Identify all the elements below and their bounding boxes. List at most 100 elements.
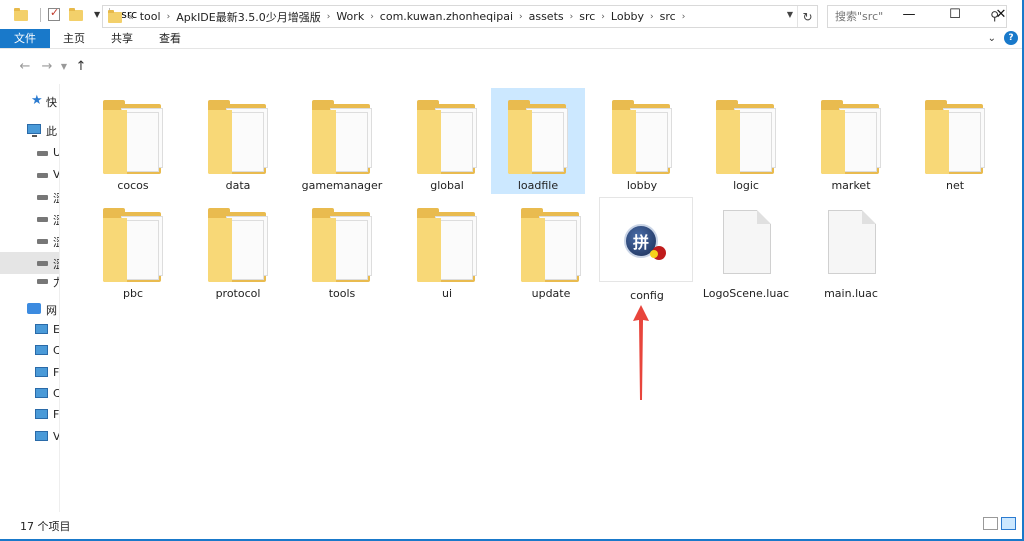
nav-item[interactable]: 网 (0, 298, 59, 320)
chevron-right-icon[interactable]: › (370, 12, 374, 22)
file-name: lobby (626, 179, 658, 192)
address-bar[interactable]: « tool › ApkIDE最新3.5.0少月增强版 › Work › com… (102, 5, 818, 28)
folder-item[interactable]: protocol (191, 196, 285, 302)
details-view-icon[interactable] (983, 517, 998, 530)
folder-icon (612, 100, 672, 174)
large-icons-view-icon[interactable] (1001, 517, 1016, 530)
breadcrumb-item[interactable]: src (660, 10, 676, 23)
nav-item[interactable]: 涩 (0, 208, 59, 230)
nav-item-label: U (53, 146, 59, 159)
folder-icon (312, 100, 372, 174)
breadcrumb-item[interactable]: Lobby (611, 10, 644, 23)
file-list: cocos data gamemanager global loadfile lobby l… (61, 84, 1024, 512)
recent-locations-chevron-icon[interactable]: ▼ (58, 62, 70, 71)
nav-item[interactable]: V (0, 426, 60, 448)
nav-item[interactable]: 涩 (0, 186, 59, 208)
folder-item[interactable]: gamemanager (295, 88, 389, 194)
breadcrumb-overflow-icon[interactable]: « (127, 10, 134, 23)
folder-item[interactable]: ui (400, 196, 494, 302)
file-name: config (630, 289, 664, 302)
nav-item[interactable]: C (0, 340, 60, 362)
folder-item[interactable]: global (400, 88, 494, 194)
folder-icon[interactable] (13, 7, 29, 23)
nav-item[interactable]: 力 (0, 270, 59, 292)
tab-share[interactable]: 共享 (98, 29, 146, 48)
folder-icon (107, 9, 123, 25)
folder-item[interactable]: pbc (86, 196, 180, 302)
nav-item[interactable]: F (0, 404, 59, 426)
breadcrumb-item[interactable]: tool (140, 10, 161, 23)
folder-item[interactable]: loadfile (491, 88, 585, 194)
properties-icon[interactable] (46, 6, 62, 23)
monitor-icon (35, 345, 48, 355)
folder-item[interactable]: update (504, 196, 598, 302)
nav-item-label: C (53, 344, 60, 357)
navigation-bar: ← → ▼ ↑ (0, 50, 1024, 83)
nav-item-label: 力 (53, 274, 59, 290)
search-input[interactable] (835, 10, 975, 23)
breadcrumb-item[interactable]: Work (336, 10, 364, 23)
chevron-right-icon[interactable]: › (327, 12, 331, 22)
drive-icon (37, 173, 48, 178)
nav-item[interactable]: 此 (0, 119, 59, 141)
nav-item[interactable]: E (0, 319, 59, 341)
ribbon-tabs: 文件 主页 共享 查看 ⌄ ? (0, 29, 1024, 49)
chevron-right-icon[interactable]: › (570, 12, 574, 22)
folder-item[interactable]: cocos (86, 88, 180, 194)
help-icon[interactable]: ? (1004, 31, 1018, 45)
expand-ribbon-chevron-icon[interactable]: ⌄ (988, 33, 996, 44)
folder-icon (508, 100, 568, 174)
breadcrumb-item[interactable]: assets (529, 10, 564, 23)
nav-item-label: 快 (46, 96, 57, 109)
breadcrumb: « tool › ApkIDE最新3.5.0少月增强版 › Work › com… (127, 9, 691, 25)
forward-arrow-icon[interactable]: → (36, 59, 58, 74)
search-icon[interactable]: ⚲ (990, 9, 999, 23)
folder-icon (208, 100, 268, 174)
drive-icon (37, 151, 48, 156)
chevron-right-icon[interactable]: › (519, 12, 523, 22)
nav-item[interactable]: U (0, 142, 59, 164)
folder-item[interactable]: net (908, 88, 1002, 194)
customize-toolbar-chevron-icon[interactable]: ▼ (94, 10, 100, 19)
address-history-chevron-icon[interactable]: ▼ (787, 10, 793, 19)
nav-item[interactable]: V (0, 164, 59, 186)
folder-icon (103, 100, 163, 174)
quick-access-toolbar: ▼ (0, 0, 115, 29)
file-item[interactable]: main.luac (804, 196, 898, 302)
star-icon: ★ (31, 93, 43, 108)
chevron-right-icon[interactable]: › (682, 12, 686, 22)
nav-item-label: 此 (46, 125, 57, 138)
new-folder-icon[interactable] (68, 7, 84, 23)
nav-item[interactable]: F (0, 362, 59, 384)
folder-item[interactable]: lobby (595, 88, 689, 194)
folder-item[interactable]: data (191, 88, 285, 194)
tab-file[interactable]: 文件 (0, 29, 50, 48)
breadcrumb-item[interactable]: src (579, 10, 595, 23)
folder-icon (417, 208, 477, 282)
chevron-right-icon[interactable]: › (650, 12, 654, 22)
nav-item[interactable]: ★ 快 (0, 90, 59, 112)
up-arrow-icon[interactable]: ↑ (70, 59, 92, 74)
file-item[interactable]: 拼 config (599, 197, 693, 302)
file-name: LogoScene.luac (702, 287, 790, 300)
tab-home[interactable]: 主页 (50, 29, 98, 48)
document-icon (828, 210, 876, 274)
folder-item[interactable]: tools (295, 196, 389, 302)
refresh-icon[interactable]: ↻ (797, 6, 817, 27)
breadcrumb-item[interactable]: ApkIDE最新3.5.0少月增强版 (176, 9, 321, 25)
breadcrumb-item[interactable]: com.kuwan.zhonheqipai (380, 10, 513, 23)
tab-view[interactable]: 查看 (146, 29, 194, 48)
folder-item[interactable]: logic (699, 88, 793, 194)
nav-item-label: 涩 (53, 212, 59, 228)
chevron-right-icon[interactable]: › (601, 12, 605, 22)
chevron-right-icon[interactable]: › (167, 12, 171, 22)
nav-item-label: V (53, 430, 60, 443)
nav-item[interactable]: C (0, 383, 59, 405)
monitor-icon (35, 367, 48, 377)
drive-icon (37, 261, 48, 266)
search-box[interactable]: ⚲ (827, 5, 1007, 28)
folder-item[interactable]: market (804, 88, 898, 194)
file-item[interactable]: LogoScene.luac (699, 196, 793, 302)
back-arrow-icon[interactable]: ← (14, 59, 36, 74)
nav-item[interactable]: 涩 (0, 230, 59, 252)
